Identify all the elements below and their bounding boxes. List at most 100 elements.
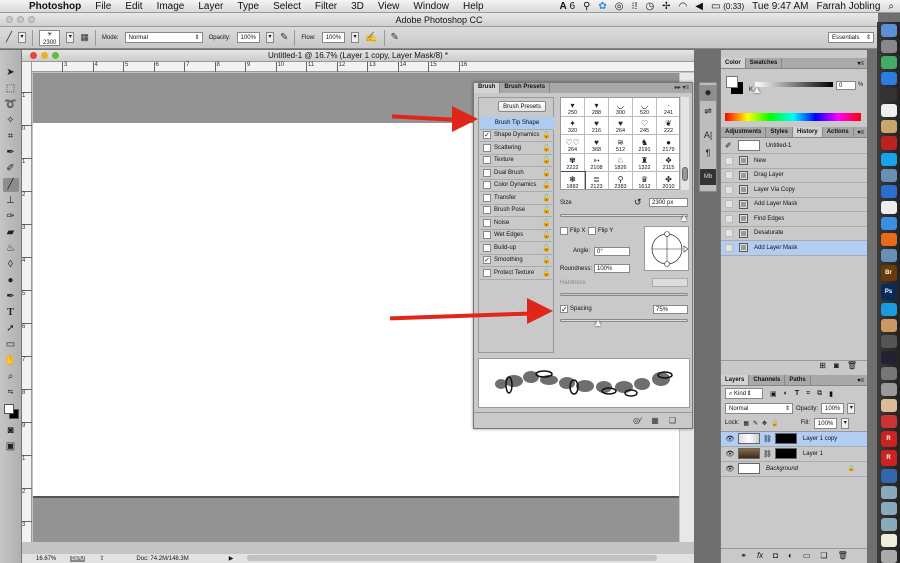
close-button[interactable] — [6, 16, 13, 23]
brush-tip[interactable]: · 241 — [657, 98, 679, 117]
dock-photo-booth-icon[interactable] — [880, 319, 897, 333]
dodge-tool-icon[interactable]: ● — [3, 274, 19, 288]
option-checkbox[interactable] — [483, 156, 491, 165]
flow-dropdown[interactable]: ▾ — [351, 32, 360, 43]
mask-link-icon[interactable]: ⛓ — [763, 450, 772, 458]
history-source-checkbox[interactable] — [725, 229, 733, 238]
layer-row[interactable]: 👁 ⛓ Layer 1 — [721, 447, 867, 462]
brush-tip[interactable]: ♥ 368 — [585, 135, 609, 154]
zoom-button[interactable] — [28, 16, 35, 23]
filter-pixel-icon[interactable]: ▣ — [770, 390, 777, 398]
layer-opacity-input[interactable]: 100% — [821, 403, 845, 414]
brush-option-brush-tip-shape[interactable]: Brush Tip Shape — [480, 117, 554, 130]
lock-icon[interactable]: 🔓 — [542, 181, 551, 189]
layer-mask-thumbnail[interactable] — [774, 433, 797, 444]
menu-window[interactable]: Window — [406, 1, 456, 12]
cc-icon[interactable]: ◎ — [615, 1, 624, 12]
quick-select-tool-icon[interactable]: ✧ — [3, 114, 19, 128]
brush-presets-button[interactable]: Brush Presets — [498, 101, 546, 112]
brush-tip[interactable]: ♜ 1322 — [633, 153, 657, 172]
menu-select[interactable]: Select — [266, 1, 308, 12]
history-state[interactable]: New — [721, 154, 867, 169]
option-checkbox[interactable] — [483, 206, 491, 215]
brush-tip[interactable]: ◡ 520 — [633, 98, 657, 117]
brush-option-transfer[interactable]: Transfer 🔓 — [480, 192, 554, 205]
brush-tip-grid[interactable]: ▾ 250 ▾ 288 ◡ 300 ◡ 520 · 241 ✦ 320 ♥ 216 ♥ 264 ♡ 245 ❦ 222… — [560, 97, 680, 190]
spotlight-icon[interactable]: ⌕ — [888, 1, 894, 12]
brush-picker-dropdown[interactable]: ▾ — [66, 32, 75, 43]
clock[interactable]: Tue 9:47 AM — [752, 1, 808, 12]
opacity-dropdown[interactable]: ▾ — [265, 32, 274, 43]
opacity-input[interactable]: 100% — [236, 32, 260, 43]
brush-tip[interactable]: ≋ 512 — [609, 135, 633, 154]
link-layers-icon[interactable]: ⚭ — [740, 551, 747, 560]
visibility-eye-icon[interactable]: 👁 — [725, 465, 735, 473]
dock-iphoto-icon[interactable] — [880, 168, 897, 182]
tab-layers[interactable]: Layers — [721, 374, 750, 385]
pressure-size-icon[interactable]: ✎ — [391, 32, 399, 43]
dock-folder-icon[interactable] — [880, 485, 897, 499]
spacing-checkbox[interactable]: ✓ Spacing — [560, 305, 592, 314]
dock-r-icon[interactable]: R — [880, 450, 897, 467]
layer-thumbnail[interactable] — [738, 448, 760, 459]
menu-app[interactable]: Photoshop — [22, 1, 88, 12]
new-layer-icon[interactable]: ❏ — [820, 551, 827, 560]
lock-icon[interactable]: 🔓 — [542, 244, 551, 252]
filter-adjustment-icon[interactable]: ◐ — [784, 390, 788, 397]
brush-option-smoothing[interactable]: ✓ Smoothing 🔓 — [480, 255, 554, 267]
tab-channels[interactable]: Channels — [749, 374, 786, 385]
angle-roundness-widget[interactable] — [644, 226, 689, 271]
history-state[interactable]: Add Layer Mask — [721, 198, 867, 212]
brush-tip[interactable]: ❖ 2115 — [657, 154, 679, 172]
time-machine-icon[interactable]: ◷ — [645, 1, 654, 12]
flow-input[interactable]: 100% — [321, 32, 346, 43]
tab-adjustments[interactable]: Adjustments — [721, 127, 767, 137]
dock-ps-icon[interactable]: Ps — [880, 283, 897, 300]
bluetooth-icon[interactable]: ✢ — [662, 1, 670, 12]
flip-x-checkbox[interactable]: Flip X — [560, 227, 585, 235]
size-slider-thumb[interactable] — [681, 215, 688, 221]
option-checkbox[interactable] — [483, 193, 491, 202]
k-input[interactable]: 0 — [836, 81, 856, 90]
brush-option-scattering[interactable]: Scattering 🔓 — [480, 142, 554, 155]
dock-facetime-icon[interactable] — [880, 351, 897, 365]
paragraph-panel-icon[interactable]: ¶ — [700, 145, 716, 161]
spacing-input[interactable]: 75% — [653, 305, 688, 314]
menu-view[interactable]: View — [371, 1, 407, 12]
layer-thumbnail[interactable] — [738, 433, 760, 444]
fill-dropdown[interactable]: ▾ — [841, 417, 850, 429]
brush-tip[interactable]: ♡♡ 264 — [561, 135, 585, 154]
menu-type[interactable]: Type — [230, 1, 266, 12]
dock-skype-icon[interactable] — [880, 152, 897, 166]
dock-stickies-icon[interactable] — [880, 399, 897, 413]
brush-grid-icon[interactable]: ▦ — [651, 416, 659, 425]
create-snapshot-icon[interactable]: ◙ — [834, 361, 839, 372]
dock-preview-icon[interactable] — [880, 200, 897, 214]
workspace-select[interactable]: Essentials ⇕ — [828, 32, 874, 43]
brush-option-wet-edges[interactable]: Wet Edges 🔓 — [480, 230, 554, 242]
dock-dictionary-icon[interactable] — [880, 415, 897, 429]
layer-style-icon[interactable]: fx — [757, 551, 763, 560]
adobe-status[interactable]: A 6 — [559, 1, 575, 12]
new-document-from-state-icon[interactable]: ⊞ — [819, 361, 826, 372]
brush-tip[interactable]: ❃ 1882 — [561, 171, 586, 189]
menu-edit[interactable]: Edit — [118, 1, 149, 12]
pressure-opacity-icon[interactable]: ✎ — [280, 32, 288, 43]
tab-actions[interactable]: Actions — [823, 127, 854, 137]
tool-preset-dropdown[interactable]: ▾ — [18, 32, 27, 43]
dock-r-icon[interactable]: R — [880, 431, 897, 448]
add-mask-icon[interactable]: ◘ — [773, 551, 778, 560]
brush-option-texture[interactable]: Texture 🔓 — [480, 155, 554, 167]
dock-grab-icon[interactable] — [880, 383, 897, 397]
option-checkbox[interactable] — [483, 268, 491, 277]
option-checkbox[interactable] — [483, 181, 491, 190]
doc-zoom-button[interactable] — [52, 52, 59, 59]
filter-smart-object-icon[interactable]: ⧉ — [817, 390, 822, 398]
lock-icon[interactable]: 🔓 — [542, 169, 551, 177]
move-tool-icon[interactable]: ➤ — [3, 66, 19, 80]
size-input[interactable]: 2300 px — [649, 198, 688, 207]
visibility-eye-icon[interactable]: 👁 — [725, 450, 735, 458]
dock-contacts-icon[interactable] — [880, 120, 897, 134]
dock-mission-control-icon[interactable] — [880, 56, 897, 70]
dock-firefox-icon[interactable] — [880, 232, 897, 246]
